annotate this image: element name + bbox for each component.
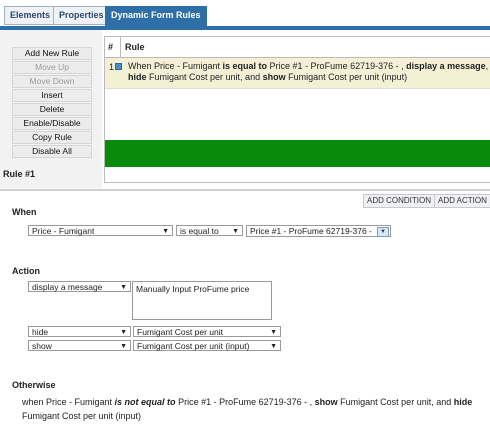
action-type-select-1[interactable]: display a message ▼ xyxy=(28,281,131,292)
column-rule-header: Rule xyxy=(125,42,145,52)
otherwise-action: show xyxy=(314,397,338,407)
insert-button[interactable]: Insert xyxy=(12,89,92,102)
tab-bar: Elements Properties Dynamic Form Rules xyxy=(0,0,490,30)
rule-text: When Price - Fumigant xyxy=(128,61,223,71)
action-type-select-2[interactable]: hide ▼ xyxy=(28,326,131,337)
rule-title: Rule #1 xyxy=(3,169,36,179)
otherwise-action: hide xyxy=(453,397,473,407)
rule-action: show xyxy=(262,72,286,82)
table-row[interactable]: 1 When Price - Fumigant is equal to Pric… xyxy=(105,58,490,89)
tab-dynamic-form-rules[interactable]: Dynamic Form Rules xyxy=(105,6,207,29)
disable-all-button[interactable]: Disable All xyxy=(12,145,92,158)
otherwise-heading: Otherwise xyxy=(12,380,56,390)
dropdown-arrow-icon: ▼ xyxy=(120,284,127,291)
rule-text: Price #1 - ProFume 62719-376 - , xyxy=(267,61,407,71)
rules-table: # Rule 1 When Price - Fumigant is equal … xyxy=(104,36,490,183)
section-divider xyxy=(0,189,490,191)
when-value-select[interactable]: Price #1 - ProFume 62719-376 - ▼ xyxy=(246,225,391,237)
delete-button[interactable]: Delete xyxy=(12,103,92,116)
rule-action: display a message xyxy=(406,61,486,71)
action-type-value: display a message xyxy=(32,282,103,292)
add-condition-button[interactable]: ADD CONDITION xyxy=(363,194,435,208)
rule-operator: is equal to xyxy=(222,61,268,71)
move-up-button[interactable]: Move Up xyxy=(12,61,92,74)
dropdown-arrow-icon: ▼ xyxy=(162,228,169,235)
otherwise-part: Fumigant Cost per unit (input) xyxy=(22,411,142,421)
when-operator-value: is equal to xyxy=(180,226,219,236)
otherwise-part: Price #1 - ProFume 62719-376 - , xyxy=(175,397,315,407)
message-textarea[interactable]: Manually Input ProFume price xyxy=(132,281,272,320)
dropdown-arrow-icon: ▼ xyxy=(232,228,239,235)
when-operator-select[interactable]: is equal to ▼ xyxy=(176,225,243,236)
dropdown-arrow-icon: ▼ xyxy=(270,343,277,350)
dropdown-arrow-icon: ▼ xyxy=(120,329,127,336)
action-type-value: show xyxy=(32,341,52,351)
column-number-header: # xyxy=(108,42,114,52)
rule-action: hide xyxy=(128,72,147,82)
dropdown-arrow-icon: ▼ xyxy=(377,227,389,237)
rule-text: Fumigant Cost per unit (input) xyxy=(285,72,408,82)
action-target-select-3[interactable]: Fumigant Cost per unit (input) ▼ xyxy=(133,340,281,351)
when-field-select[interactable]: Price - Fumigant ▼ xyxy=(28,225,173,236)
enable-disable-button[interactable]: Enable/Disable xyxy=(12,117,92,130)
table-footer-bar xyxy=(105,140,490,167)
row-enabled-icon[interactable] xyxy=(115,63,122,70)
column-divider xyxy=(120,37,121,57)
action-target-value: Fumigant Cost per unit (input) xyxy=(137,341,250,351)
rule-buttons-panel: Add New Rule Move Up Move Down Insert De… xyxy=(0,30,102,188)
action-type-value: hide xyxy=(32,327,49,337)
copy-rule-button[interactable]: Copy Rule xyxy=(12,131,92,144)
when-value-text: Price #1 - ProFume 62719-376 - xyxy=(250,226,372,236)
dropdown-arrow-icon: ▼ xyxy=(270,329,277,336)
action-target-select-2[interactable]: Fumigant Cost per unit ▼ xyxy=(133,326,281,337)
tab-properties[interactable]: Properties xyxy=(53,6,110,25)
rules-table-header: # Rule xyxy=(105,37,490,58)
rule-text: , xyxy=(485,61,489,71)
when-field-value: Price - Fumigant xyxy=(32,226,95,236)
otherwise-part: Fumigant Cost per unit, and xyxy=(337,397,454,407)
rule-description: When Price - Fumigant is equal to Price … xyxy=(128,61,490,83)
action-target-value: Fumigant Cost per unit xyxy=(137,327,223,337)
add-new-rule-button[interactable]: Add New Rule xyxy=(12,47,92,60)
when-heading: When xyxy=(12,207,37,217)
add-action-button[interactable]: ADD ACTION xyxy=(434,194,490,208)
move-down-button[interactable]: Move Down xyxy=(12,75,92,88)
action-type-select-3[interactable]: show ▼ xyxy=(28,340,131,351)
otherwise-text: when Price - Fumigant is not equal to Pr… xyxy=(22,395,487,423)
otherwise-part: when Price - Fumigant xyxy=(22,397,115,407)
rule-text: Fumigant Cost per unit, and xyxy=(146,72,263,82)
tab-elements[interactable]: Elements xyxy=(4,6,57,25)
row-number: 1 xyxy=(109,62,115,72)
dropdown-arrow-icon: ▼ xyxy=(120,343,127,350)
otherwise-operator: is not equal to xyxy=(114,397,176,407)
action-heading: Action xyxy=(12,266,40,276)
